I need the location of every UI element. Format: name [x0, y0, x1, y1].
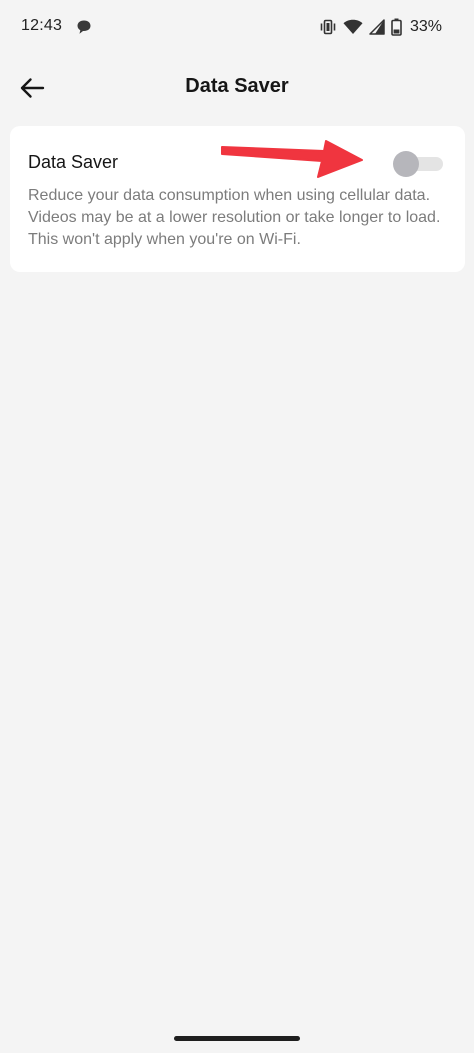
cell-signal-icon [369, 19, 385, 35]
status-icons: 33% [319, 16, 442, 38]
data-saver-card: Data Saver Reduce your data consumption … [10, 126, 465, 272]
home-indicator[interactable] [174, 1036, 300, 1041]
app-bar: Data Saver [0, 56, 474, 118]
status-bar: 12:43 33% [0, 0, 474, 56]
battery-percent: 33% [409, 18, 442, 35]
vibrate-icon [320, 19, 336, 35]
wifi-icon [343, 19, 363, 34]
battery-icon [391, 18, 402, 36]
status-time: 12:43 [21, 17, 63, 34]
chat-bubble-icon [77, 20, 91, 34]
toggle-thumb [393, 151, 419, 177]
setting-description: Reduce your data consumption when using … [28, 187, 441, 248]
page-title: Data Saver [185, 75, 289, 97]
data-saver-toggle[interactable] [393, 151, 443, 177]
setting-title: Data Saver [28, 152, 119, 172]
